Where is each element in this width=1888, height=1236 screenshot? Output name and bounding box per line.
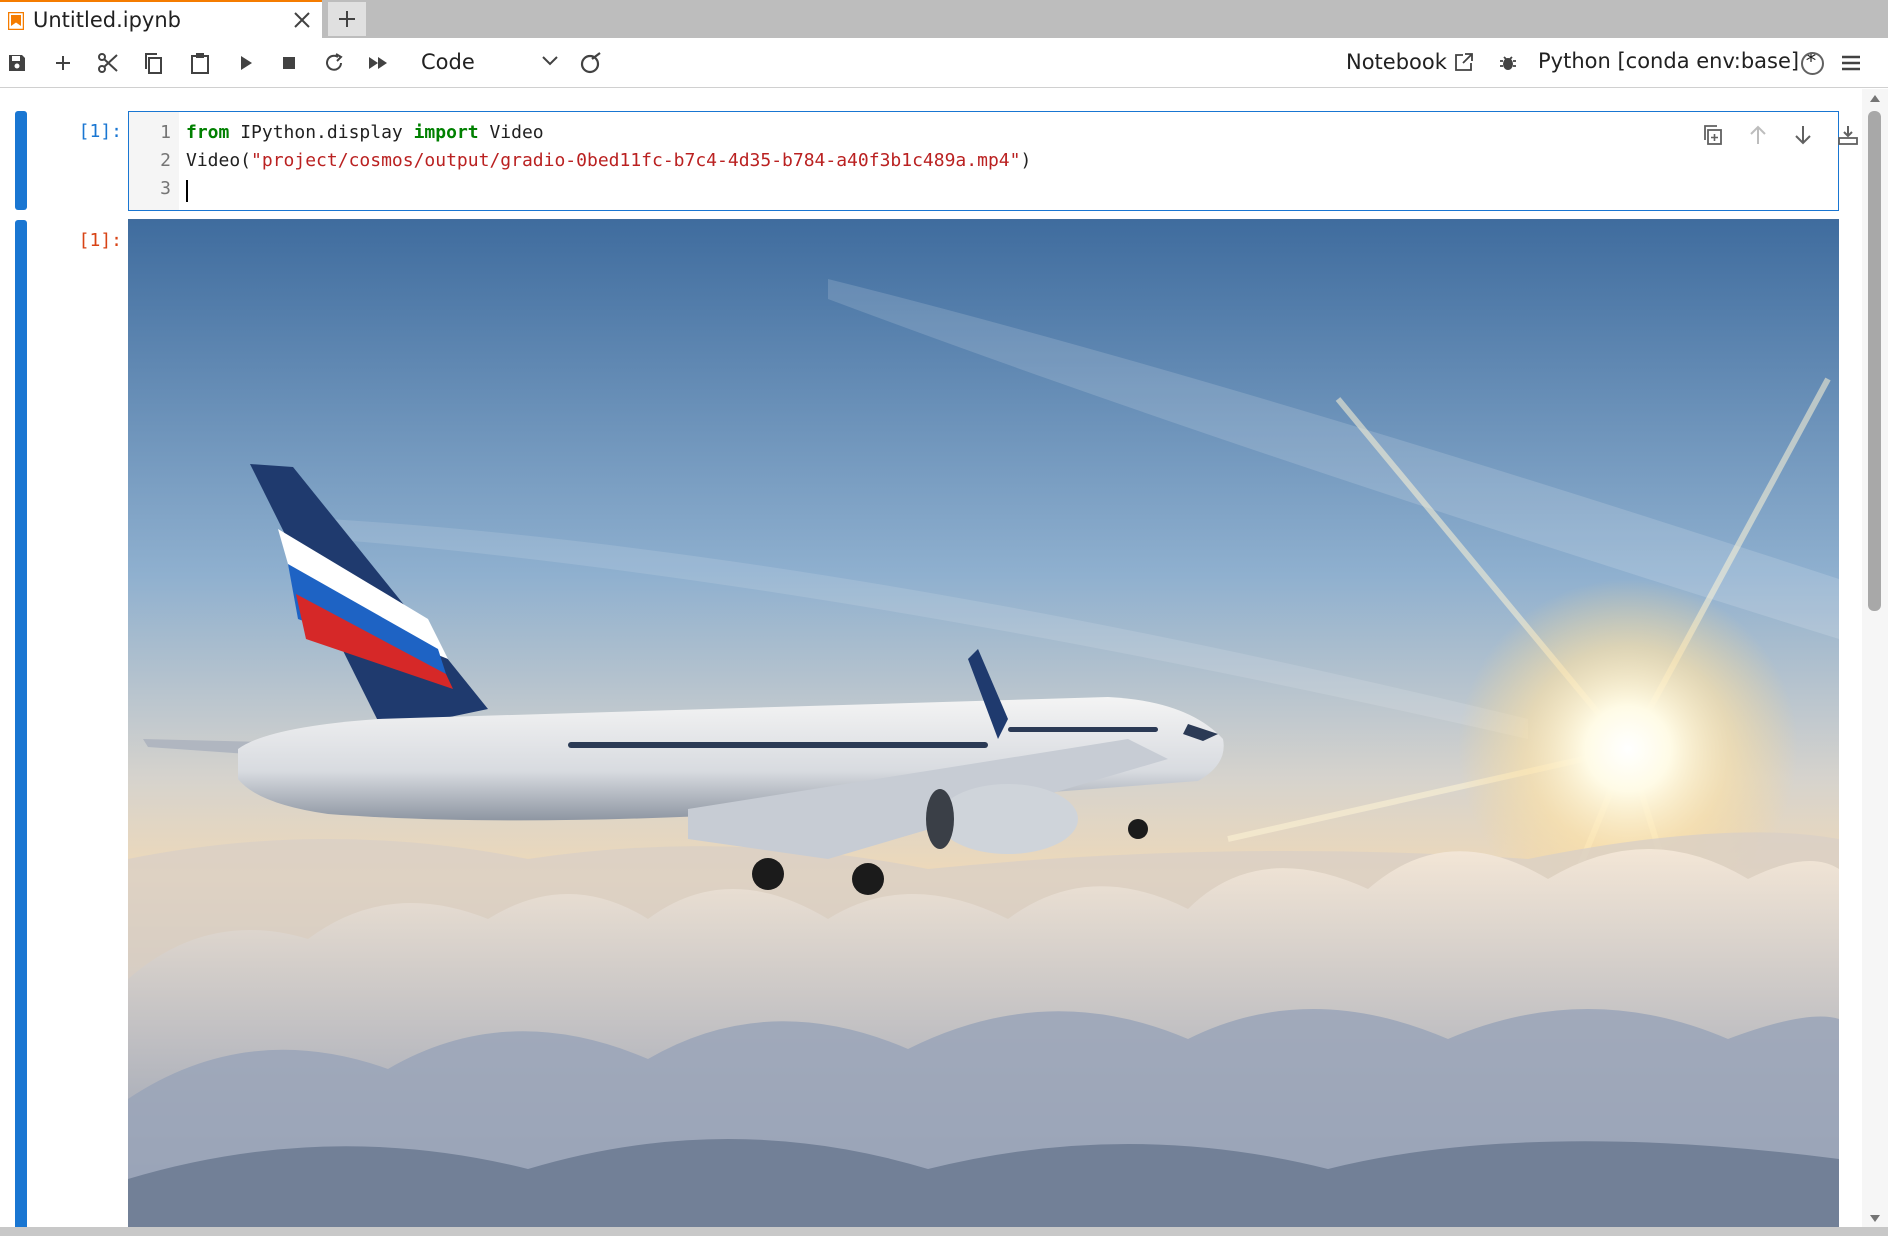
move-up-icon xyxy=(1750,125,1766,144)
cell-toolbar xyxy=(1699,119,1888,151)
git-button[interactable] xyxy=(578,50,604,76)
cut-button[interactable] xyxy=(95,50,121,76)
call-close: ) xyxy=(1020,150,1032,171)
notebook-icon xyxy=(8,12,24,30)
text-cursor xyxy=(186,180,188,202)
output-collapser[interactable] xyxy=(15,220,27,1236)
line-number: 3 xyxy=(160,178,171,199)
chevron-down-icon xyxy=(542,56,558,66)
close-icon[interactable] xyxy=(290,8,314,32)
cell-type-select[interactable]: Code xyxy=(413,46,561,80)
add-cell-button[interactable] xyxy=(50,50,76,76)
keyword-import: import xyxy=(413,122,479,143)
duplicate-cell-icon xyxy=(1704,125,1722,145)
line-number: 2 xyxy=(160,150,171,171)
cell-type-value: Code xyxy=(421,50,475,74)
video-frame[interactable] xyxy=(128,219,1839,1236)
scroll-up-icon[interactable] xyxy=(1869,93,1881,103)
module-name: IPython.display xyxy=(229,122,414,143)
plus-icon xyxy=(339,11,355,27)
imported-name: Video xyxy=(478,122,544,143)
call-name: Video( xyxy=(186,150,252,171)
copy-button[interactable] xyxy=(140,50,166,76)
input-prompt: [1]: xyxy=(78,121,122,142)
interrupt-button[interactable] xyxy=(276,50,302,76)
paste-icon xyxy=(191,53,209,74)
duplicate-cell-button[interactable] xyxy=(1699,121,1727,149)
cut-icon xyxy=(98,53,118,73)
paste-button[interactable] xyxy=(187,50,213,76)
notebook-toolbar: Code Notebook Python [conda env:base] * xyxy=(0,38,1888,88)
debugger-icon xyxy=(1500,56,1516,70)
git-icon xyxy=(580,52,601,74)
run-all-button[interactable] xyxy=(366,50,392,76)
save-icon xyxy=(9,55,25,71)
debugger-button[interactable] xyxy=(1495,50,1521,76)
keyword-from: from xyxy=(186,122,230,143)
save-button[interactable] xyxy=(4,50,30,76)
code-line-2: Video("project/cosmos/output/gradio-0bed… xyxy=(186,150,1031,171)
code-editor[interactable]: 1 2 3 from IPython.display import Video … xyxy=(128,111,1888,211)
notebook-label: Notebook xyxy=(1346,50,1447,74)
move-down-button[interactable] xyxy=(1789,121,1817,149)
input-collapser[interactable] xyxy=(15,111,27,210)
line-number: 1 xyxy=(160,122,171,143)
video-output[interactable] xyxy=(128,219,1839,1236)
new-tab-button[interactable] xyxy=(328,2,366,36)
external-link-icon xyxy=(1455,53,1473,71)
run-icon xyxy=(241,56,252,70)
interrupt-icon xyxy=(283,57,295,69)
status-strip xyxy=(0,1227,1888,1236)
string-literal: "project/cosmos/output/gradio-0bed11fc-b… xyxy=(251,150,1021,171)
notebook-panel: [1]: [1]: 1 2 3 from IPython.display imp… xyxy=(0,89,1888,1236)
kernel-name[interactable]: Python [conda env:base] * xyxy=(1538,49,1816,73)
scrollbar-thumb[interactable] xyxy=(1868,111,1881,611)
scroll-down-icon[interactable] xyxy=(1869,1214,1881,1224)
tab-untitled-notebook[interactable]: Untitled.ipynb xyxy=(0,0,322,38)
menu-icon xyxy=(1842,55,1860,71)
open-in-notebook-link[interactable]: Notebook xyxy=(1346,46,1475,78)
move-down-icon xyxy=(1795,126,1811,145)
line-number-gutter: 1 2 3 xyxy=(129,112,179,210)
run-all-icon xyxy=(369,57,387,69)
insert-below-icon xyxy=(1838,126,1858,145)
code-line-1: from IPython.display import Video xyxy=(186,122,544,143)
menu-button[interactable] xyxy=(1838,50,1864,76)
insert-below-button[interactable] xyxy=(1834,121,1862,149)
add-cell-icon xyxy=(56,56,70,70)
restart-icon xyxy=(326,53,343,71)
tab-title: Untitled.ipynb xyxy=(33,8,181,32)
copy-icon xyxy=(145,53,162,74)
run-button[interactable] xyxy=(233,50,259,76)
move-up-button[interactable] xyxy=(1744,121,1772,149)
tab-bar: Untitled.ipynb xyxy=(0,0,1888,38)
restart-button[interactable] xyxy=(321,50,347,76)
vertical-scrollbar[interactable] xyxy=(1862,89,1888,1236)
kernel-status-icon xyxy=(1801,52,1824,75)
output-prompt: [1]: xyxy=(78,230,122,251)
